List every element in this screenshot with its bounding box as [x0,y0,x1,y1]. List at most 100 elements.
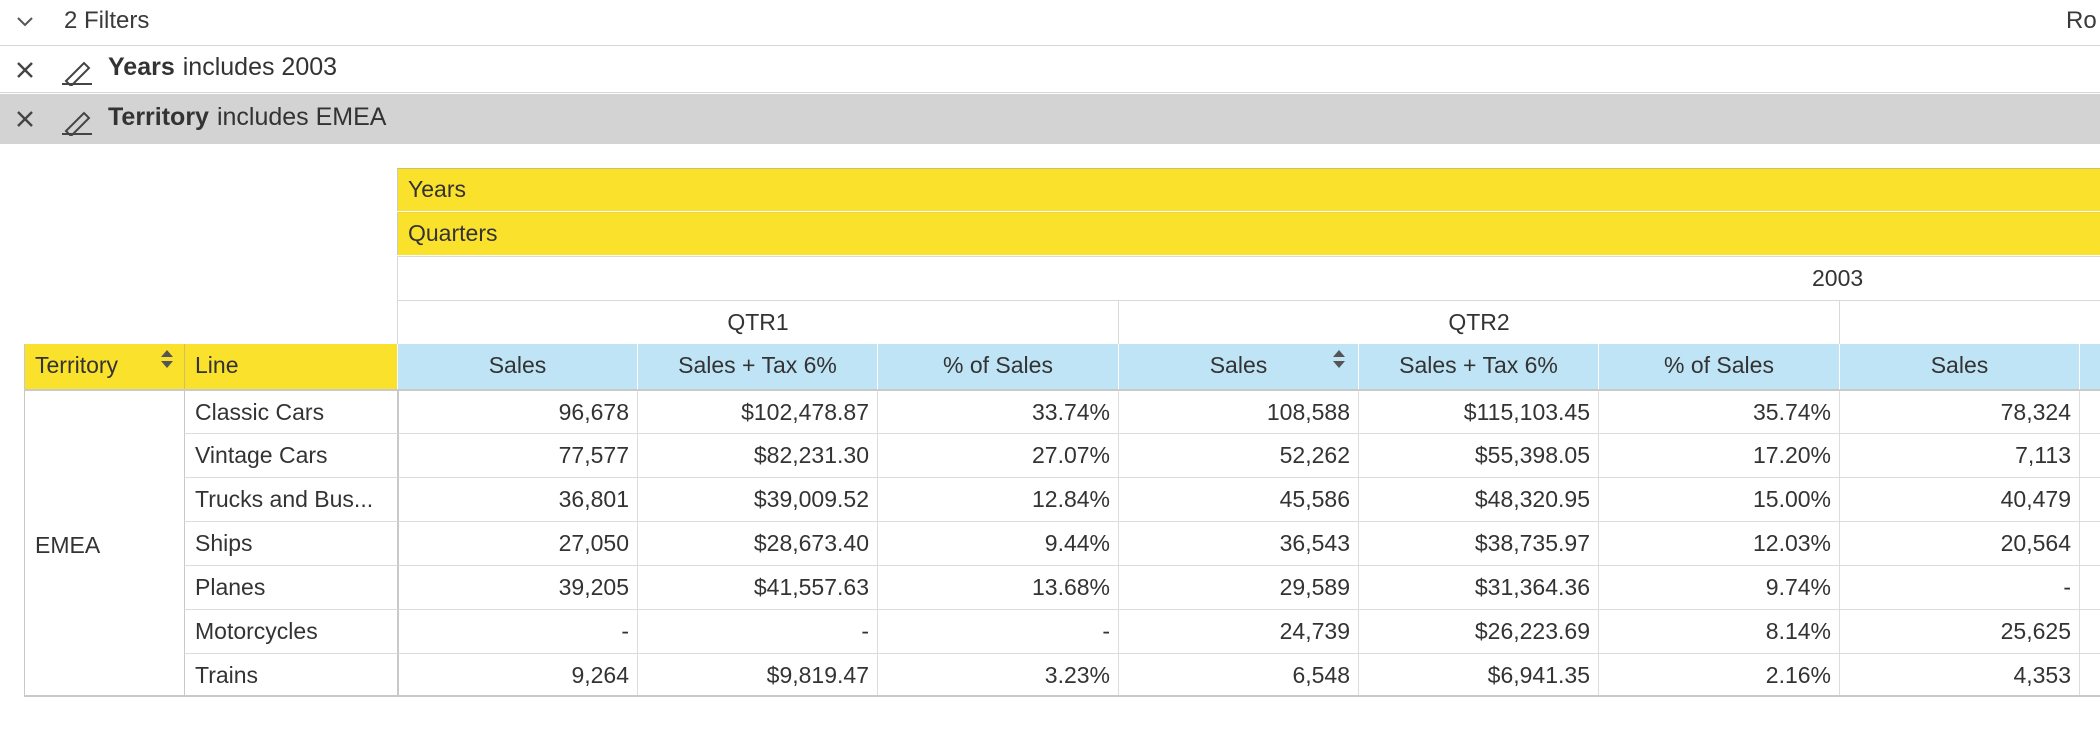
measure-header[interactable]: Sales [397,344,637,389]
remove-filter-icon[interactable] [14,108,36,130]
data-cell[interactable]: 52,262 [1118,433,1358,477]
measure-header[interactable]: Sales + Tax 6% [637,344,877,389]
edit-filter-icon[interactable] [60,106,94,136]
filter-description: Years includes 2003 [108,53,337,82]
data-cell[interactable]: - [1839,565,2079,609]
data-cell[interactable] [2079,433,2100,477]
data-cell[interactable]: - [397,609,637,653]
data-cell[interactable]: $115,103.45 [1358,389,1598,433]
data-cell[interactable]: 45,586 [1118,477,1358,521]
data-cell[interactable] [2079,565,2100,609]
data-cell[interactable]: $39,009.52 [637,477,877,521]
row-line-label: Ships [184,521,397,565]
data-cell[interactable] [2079,609,2100,653]
data-cell[interactable]: 20,564 [1839,521,2079,565]
row-line-label: Classic Cars [184,389,397,433]
row-line-label: Motorcycles [184,609,397,653]
data-cell[interactable]: 12.03% [1598,521,1839,565]
data-cell[interactable]: 9.44% [877,521,1118,565]
data-cell[interactable]: $41,557.63 [637,565,877,609]
data-cell[interactable]: 9,264 [397,653,637,697]
data-cell[interactable]: 6,548 [1118,653,1358,697]
quarter-header [1839,300,2100,344]
data-cell[interactable]: 40,479 [1839,477,2079,521]
filter-row-territory[interactable]: Territory includes EMEA [0,94,2100,144]
edit-filter-icon[interactable] [60,56,94,86]
measure-header[interactable]: Sales [1839,344,2079,389]
data-cell[interactable] [2079,389,2100,433]
data-cell[interactable]: 3.23% [877,653,1118,697]
chevron-down-icon[interactable] [14,10,36,32]
data-cell[interactable]: 12.84% [877,477,1118,521]
measure-header[interactable]: Sales [1118,344,1358,389]
row-line-label: Trucks and Bus... [184,477,397,521]
measure-header[interactable]: % of Sales [877,344,1118,389]
remove-filter-icon[interactable] [14,59,36,81]
row-line-label: Trains [184,653,397,697]
data-cell[interactable]: 39,205 [397,565,637,609]
row-header-territory[interactable]: Territory [24,344,184,389]
data-cell[interactable]: 35.74% [1598,389,1839,433]
data-cell[interactable]: 9.74% [1598,565,1839,609]
data-cell[interactable]: $55,398.05 [1358,433,1598,477]
data-cell[interactable]: 77,577 [397,433,637,477]
filters-count-label[interactable]: 2 Filters [64,7,149,35]
rows-label: Ro [2066,7,2097,34]
filter-condition: includes EMEA [216,103,387,131]
data-cell[interactable]: 27,050 [397,521,637,565]
data-cell[interactable] [2079,653,2100,697]
row-line-label: Vintage Cars [184,433,397,477]
data-cell[interactable]: $38,735.97 [1358,521,1598,565]
data-cell[interactable]: 4,353 [1839,653,2079,697]
data-cell[interactable]: - [637,609,877,653]
data-cell[interactable]: 27.07% [877,433,1118,477]
data-cell[interactable]: $9,819.47 [637,653,877,697]
row-header-line[interactable]: Line [184,344,397,389]
data-cell[interactable]: 36,543 [1118,521,1358,565]
filter-panel-header: 2 Filters Ro [0,0,2100,46]
measure-header[interactable]: % of Sales [1598,344,1839,389]
data-cell[interactable]: $48,320.95 [1358,477,1598,521]
data-cell[interactable]: 96,678 [397,389,637,433]
quarter-header: QTR2 [1118,300,1839,344]
column-dimension-years[interactable]: Years [397,168,2100,211]
measure-label: Sales [1209,352,1268,378]
measure-header[interactable] [2079,344,2100,389]
sort-icon[interactable] [159,348,175,370]
row-line-label: Planes [184,565,397,609]
column-dimension-quarters[interactable]: Quarters [397,212,2100,255]
data-cell[interactable]: 24,739 [1118,609,1358,653]
data-cell[interactable]: 33.74% [877,389,1118,433]
data-cell[interactable]: $102,478.87 [637,389,877,433]
data-cell[interactable]: 108,588 [1118,389,1358,433]
data-cell[interactable]: 25,625 [1839,609,2079,653]
data-cell[interactable] [2079,477,2100,521]
data-cell[interactable]: $82,231.30 [637,433,877,477]
data-cell[interactable]: 17.20% [1598,433,1839,477]
data-cell[interactable]: 29,589 [1118,565,1358,609]
year-value: 2003 [1812,265,1864,291]
filter-condition: includes 2003 [182,53,338,81]
data-cell[interactable] [2079,521,2100,565]
filter-row-years[interactable]: Years includes 2003 [0,46,2100,93]
data-cell[interactable]: $6,941.35 [1358,653,1598,697]
sort-icon[interactable] [1331,348,1347,370]
data-cell[interactable]: 2.16% [1598,653,1839,697]
data-cell[interactable]: 7,113 [1839,433,2079,477]
data-cell[interactable]: $26,223.69 [1358,609,1598,653]
year-header: 2003 [397,256,2100,300]
filter-field: Territory [108,103,209,131]
filter-field: Years [108,53,175,81]
table-bottom-border [184,695,2100,697]
data-cell[interactable]: 13.68% [877,565,1118,609]
quarter-header: QTR1 [397,300,1118,344]
data-cell[interactable]: 36,801 [397,477,637,521]
data-cell[interactable]: 15.00% [1598,477,1839,521]
measure-header[interactable]: Sales + Tax 6% [1358,344,1598,389]
data-cell[interactable]: 78,324 [1839,389,2079,433]
data-cell[interactable]: $28,673.40 [637,521,877,565]
row-header-label: Territory [35,352,119,378]
data-cell[interactable]: - [877,609,1118,653]
data-cell[interactable]: 8.14% [1598,609,1839,653]
data-cell[interactable]: $31,364.36 [1358,565,1598,609]
